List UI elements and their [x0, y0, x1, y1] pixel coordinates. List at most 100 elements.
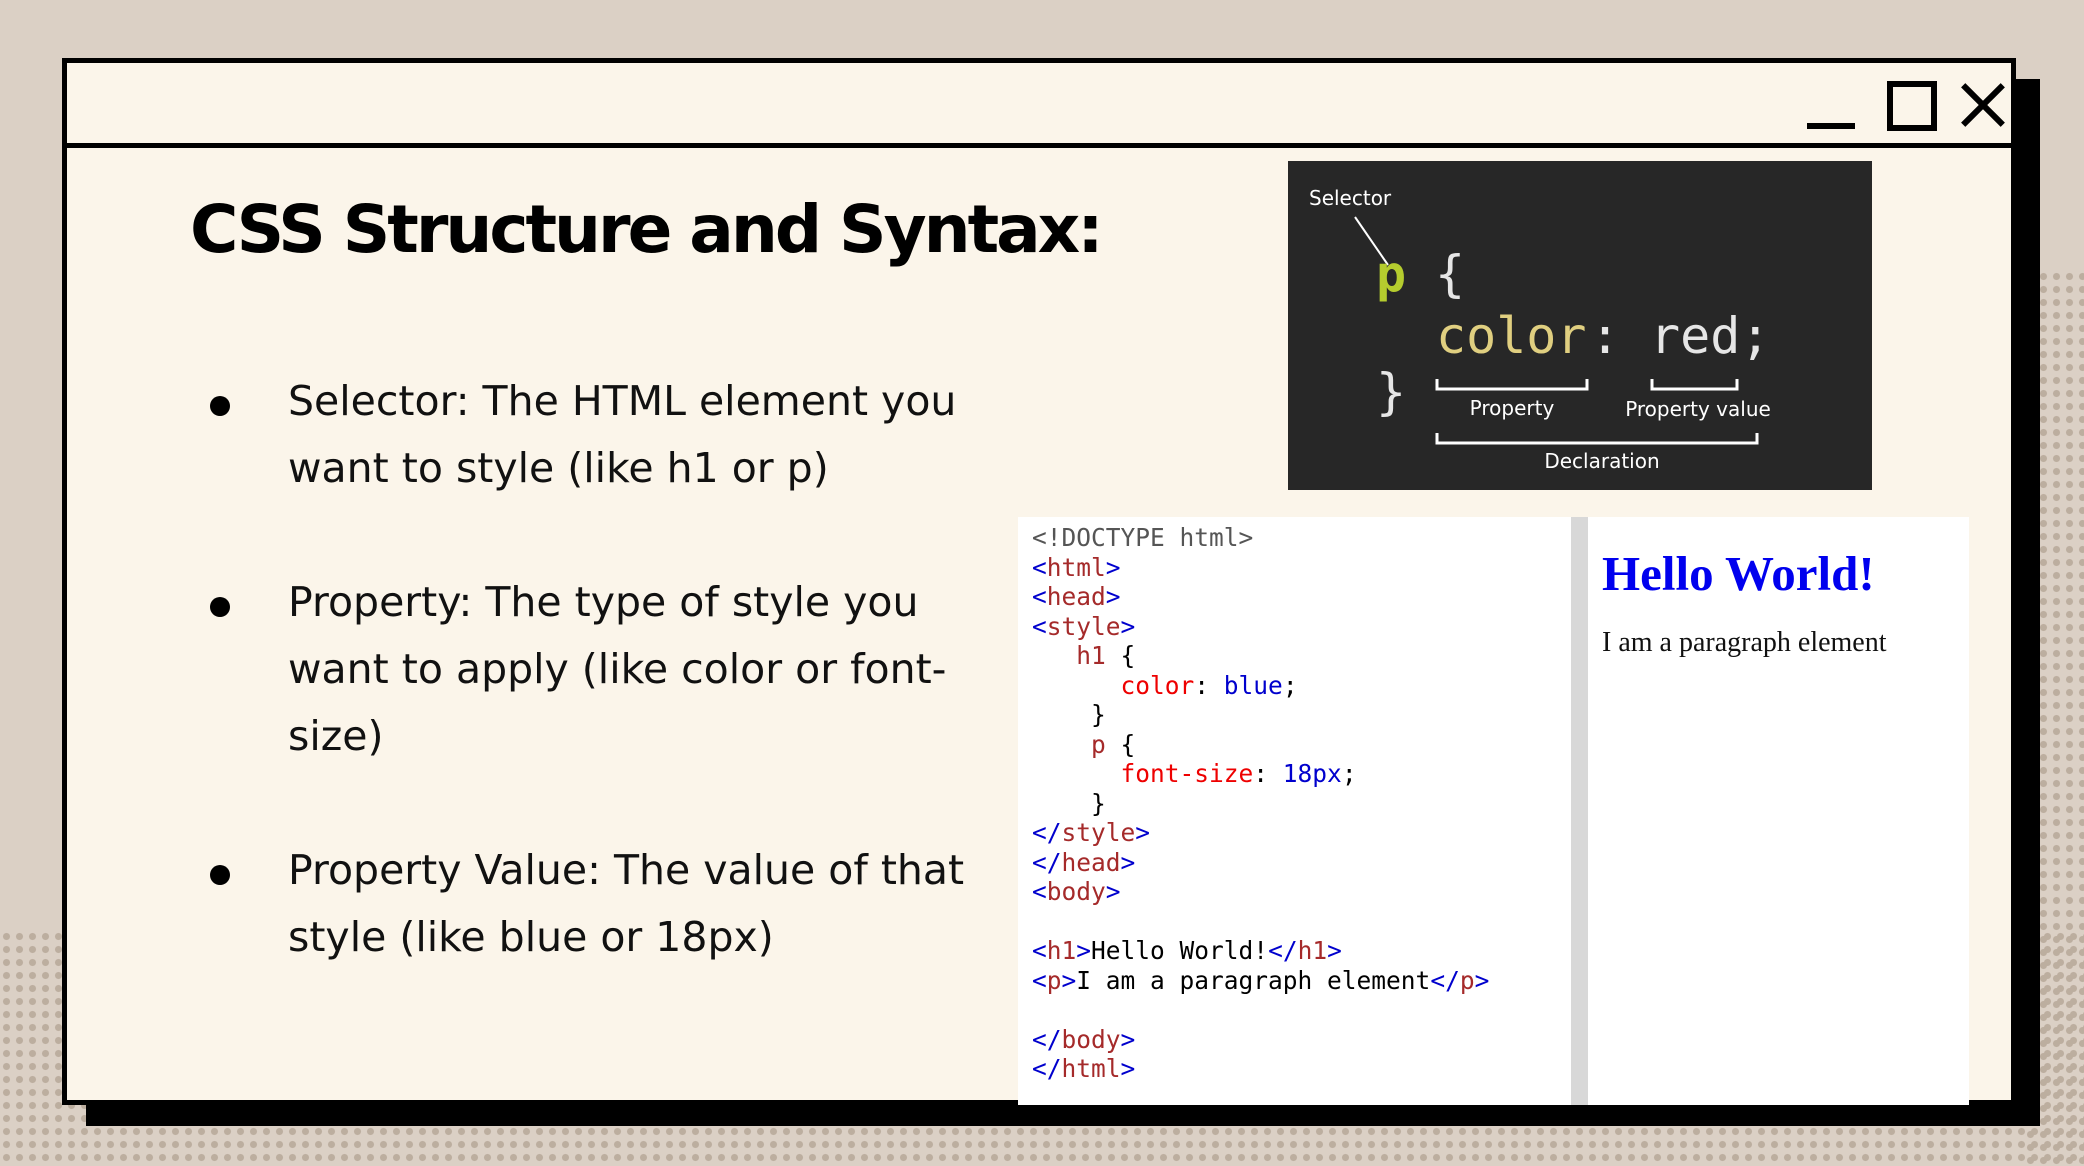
code-line: <h1>Hello World!</h1> — [1032, 936, 1571, 966]
code-token: } — [1032, 788, 1106, 818]
value-bracket — [1650, 379, 1739, 391]
declaration-label: Declaration — [1544, 449, 1659, 473]
code-line: font-size: 18px; — [1032, 759, 1571, 789]
panel-divider[interactable] — [1571, 517, 1588, 1105]
code-line: <style> — [1032, 612, 1571, 642]
code-token: > — [1120, 1054, 1136, 1083]
bullet-property-value: Property Value: The value of that style … — [147, 837, 1007, 971]
diagram-selector: p — [1376, 245, 1406, 303]
declaration-bracket — [1435, 433, 1759, 445]
code-token: html — [1046, 552, 1106, 582]
code-token: > — [1135, 818, 1151, 847]
code-token: > — [1474, 965, 1490, 995]
code-token: Hello World! — [1091, 936, 1269, 965]
code-token: > — [1327, 936, 1342, 965]
code-line: </head> — [1032, 848, 1571, 878]
code-line: <p>I am a paragraph element</p> — [1032, 966, 1571, 996]
rendered-preview: Hello World! I am a paragraph element — [1588, 517, 1969, 1105]
code-token: h1 — [1297, 936, 1328, 965]
code-token: </ — [1032, 1024, 1062, 1054]
code-token: { — [1105, 729, 1136, 759]
code-token: < — [1032, 611, 1047, 641]
code-token: < — [1032, 936, 1047, 965]
diagram-open-brace: { — [1435, 245, 1465, 303]
bullet-selector: Selector: The HTML element you want to s… — [147, 368, 1007, 502]
code-token: > — [1120, 847, 1136, 877]
bullet-dot-icon — [210, 865, 230, 885]
code-token: p — [1459, 965, 1475, 995]
code-line: <html> — [1032, 553, 1571, 583]
property-value-label: Property value — [1625, 397, 1771, 421]
code-line: p { — [1032, 730, 1571, 760]
code-token: < — [1032, 552, 1047, 582]
window-titlebar — [67, 63, 2011, 148]
code-line: <head> — [1032, 582, 1571, 612]
slide-window: CSS Structure and Syntax: Selector: The … — [62, 58, 2016, 1105]
bullet-text: Property: The type of style you want to … — [288, 578, 947, 760]
code-token: > — [1105, 877, 1121, 906]
property-label: Property — [1470, 396, 1555, 420]
code-token: h1 — [1076, 641, 1106, 670]
code-token: > — [1076, 936, 1092, 965]
slide-title: CSS Structure and Syntax: — [190, 191, 1104, 268]
code-line: h1 { — [1032, 641, 1571, 671]
bullet-property: Property: The type of style you want to … — [147, 569, 1007, 770]
code-token: body — [1046, 877, 1106, 906]
code-line: } — [1032, 700, 1571, 730]
code-token: color — [1120, 670, 1195, 700]
code-block: <!DOCTYPE html> <html> <head> <style> h1 { … — [1018, 517, 1571, 1084]
code-token: blue — [1223, 670, 1283, 700]
code-token: { — [1105, 641, 1136, 670]
bullet-dot-icon — [210, 396, 230, 416]
code-token: < — [1032, 582, 1047, 611]
maximize-icon[interactable] — [1887, 81, 1937, 131]
property-bracket — [1435, 379, 1589, 391]
code-token: style — [1046, 611, 1121, 641]
code-token: > — [1105, 582, 1121, 611]
code-token: head — [1061, 847, 1121, 877]
code-token: > — [1120, 611, 1136, 641]
code-line: </body> — [1032, 1025, 1571, 1055]
diagram-colon: : — [1590, 307, 1620, 365]
bullet-dot-icon — [210, 597, 230, 617]
code-token: ; — [1341, 759, 1357, 788]
minimize-icon[interactable] — [1807, 123, 1855, 129]
code-token: 18px — [1282, 759, 1342, 788]
diagram-value: red; — [1650, 307, 1770, 365]
code-token: > — [1120, 1024, 1136, 1054]
bullet-list: Selector: The HTML element you want to s… — [147, 368, 1007, 1038]
code-token: p — [1046, 965, 1062, 995]
code-token: body — [1061, 1024, 1121, 1054]
selector-label: Selector — [1309, 186, 1392, 210]
diagram-close-brace: } — [1376, 363, 1406, 421]
code-token: <!DOCTYPE html> — [1032, 523, 1254, 552]
code-line: color: blue; — [1032, 671, 1571, 701]
diagram-property: color — [1436, 307, 1587, 365]
code-line: </html> — [1032, 1054, 1571, 1084]
code-token: </ — [1268, 936, 1298, 965]
bullet-text: Property Value: The value of that style … — [288, 846, 965, 961]
code-token: : — [1253, 759, 1283, 788]
code-token: < — [1032, 965, 1047, 995]
code-token: : — [1194, 670, 1224, 700]
preview-heading: Hello World! — [1602, 546, 1875, 601]
code-token: font-size — [1120, 759, 1254, 788]
code-token: </ — [1032, 1054, 1062, 1083]
bullet-text: Selector: The HTML element you want to s… — [288, 377, 957, 492]
code-token: < — [1032, 877, 1047, 906]
code-token: } — [1032, 700, 1106, 729]
close-icon[interactable] — [1959, 81, 2007, 129]
code-token: h1 — [1046, 936, 1077, 965]
code-token: p — [1091, 729, 1106, 759]
preview-paragraph: I am a paragraph element — [1602, 627, 1887, 658]
code-line: <!DOCTYPE html> — [1032, 523, 1571, 553]
code-token: > — [1061, 965, 1077, 995]
css-syntax-diagram: Selector p { color : red; } Property Pro… — [1288, 161, 1872, 490]
code-token: </ — [1032, 818, 1062, 847]
code-line: } — [1032, 789, 1571, 819]
code-token: > — [1105, 552, 1121, 582]
